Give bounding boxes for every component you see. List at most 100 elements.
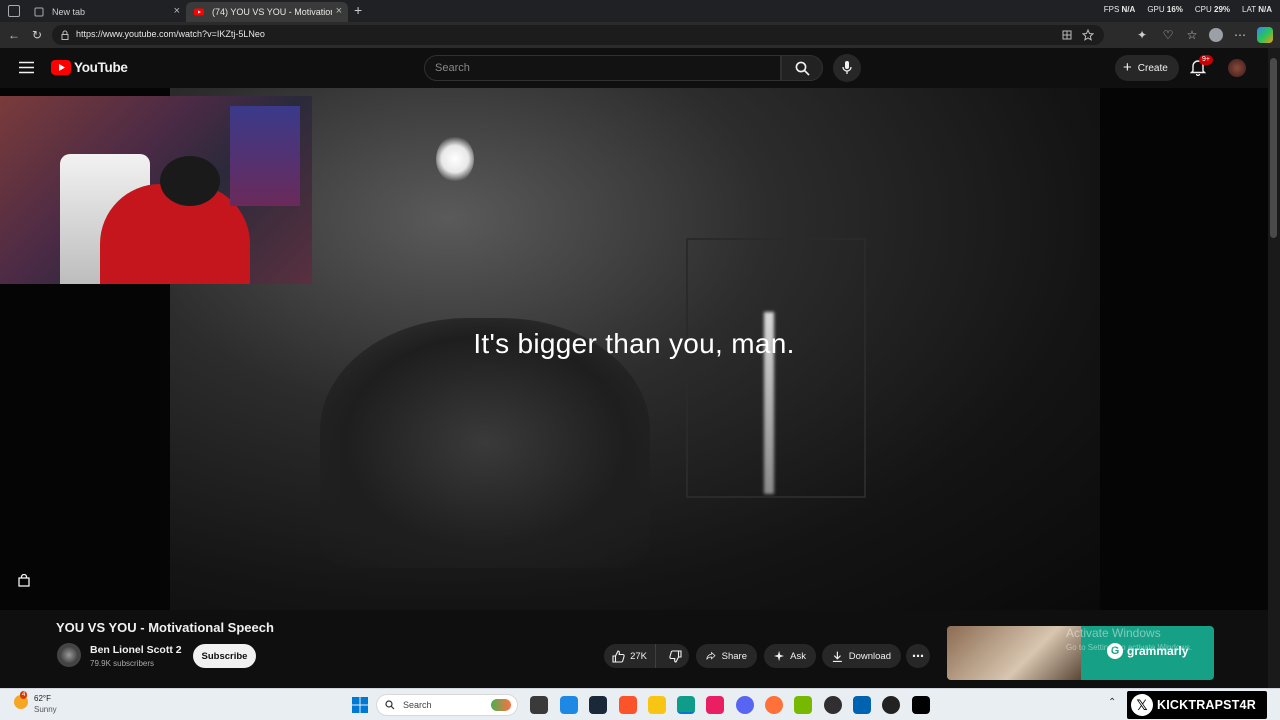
page-icon <box>34 7 44 17</box>
tab-label: New tab <box>52 7 86 17</box>
share-label: Share <box>721 650 747 662</box>
video-info: YOU VS YOU - Motivational Speech Ben Lio… <box>0 610 1268 688</box>
app-available-icon[interactable] <box>1062 30 1072 40</box>
create-button[interactable]: + Create <box>1115 55 1179 81</box>
create-label: Create <box>1137 62 1168 74</box>
hamburger-menu-icon[interactable] <box>19 61 34 74</box>
ad-image <box>947 626 1081 680</box>
activate-windows-watermark: Activate Windows <box>1066 626 1161 640</box>
tiktok-live-icon[interactable] <box>706 696 724 714</box>
streamer-handle-overlay: 𝕏 KICKTRAPST4R <box>1127 691 1267 719</box>
shopping-bag-icon[interactable] <box>18 574 30 587</box>
poster <box>230 106 300 206</box>
channel-avatar[interactable] <box>57 643 81 667</box>
youtube-header: YouTube Search + Create 9+ <box>0 48 1280 88</box>
share-arrow-icon <box>706 651 716 660</box>
plus-icon: + <box>1123 59 1132 76</box>
lock-icon <box>61 30 69 40</box>
ask-button[interactable]: Ask <box>764 644 816 668</box>
sparkle-icon <box>774 650 785 662</box>
tab-youtube[interactable]: (74) YOU VS YOU - Motivational S × <box>186 2 348 22</box>
search-box[interactable]: Search <box>424 55 781 81</box>
tab-new-tab[interactable]: New tab × <box>26 2 186 22</box>
ask-label: Ask <box>790 650 806 662</box>
more-menu-icon[interactable]: ⋯ <box>1232 27 1248 43</box>
obs-recording-icon[interactable] <box>882 696 900 714</box>
search-highlight-icon <box>491 699 511 711</box>
task-view-icon[interactable] <box>530 696 548 714</box>
lamp-light <box>436 136 474 182</box>
edge-browser-icon[interactable] <box>677 696 695 714</box>
streamer-handle: KICKTRAPST4R <box>1157 698 1256 712</box>
extension-icon[interactable]: ✦ <box>1134 27 1150 43</box>
firefox-icon[interactable] <box>765 696 783 714</box>
taskbar-search[interactable]: Search <box>376 694 518 716</box>
page-scrollbar[interactable] <box>1268 48 1280 688</box>
favorites-icon[interactable]: ☆ <box>1184 27 1200 43</box>
like-dislike-group: 27K <box>604 644 689 668</box>
url-text: https://www.youtube.com/watch?v=IKZtj-5L… <box>76 29 265 39</box>
address-bar[interactable]: https://www.youtube.com/watch?v=IKZtj-5L… <box>52 25 1104 45</box>
windows-taskbar: 4 62°F Sunny Search ⌃ 𝕏 KICKTRAPST4R <box>0 688 1280 720</box>
thumbs-up-icon <box>612 649 625 663</box>
download-label: Download <box>848 650 891 662</box>
like-button[interactable]: 27K <box>604 644 657 668</box>
download-icon <box>832 651 842 662</box>
tab-actions-icon[interactable] <box>8 5 20 17</box>
channel-name[interactable]: Ben Lionel Scott 2 <box>90 644 182 656</box>
more-actions-icon[interactable]: ⋯ <box>906 644 930 668</box>
dislike-button[interactable] <box>662 644 689 668</box>
streamer-webcam-overlay <box>0 96 312 284</box>
back-arrow-icon[interactable]: ← <box>6 27 22 43</box>
notepad-icon[interactable] <box>560 696 578 714</box>
windows-start-icon[interactable] <box>352 697 368 713</box>
performance-stats: FPS N/A GPU 16% CPU 29% LAT N/A <box>1103 5 1272 14</box>
copilot-icon[interactable] <box>1257 27 1273 43</box>
thumbs-down-icon <box>669 649 682 663</box>
browser-essentials-icon[interactable]: ♡ <box>1160 27 1176 43</box>
microphone-icon <box>842 61 852 74</box>
browser-toolbar: ← ↻ https://www.youtube.com/watch?v=IKZt… <box>0 22 1280 48</box>
search-input[interactable]: Search <box>435 62 470 74</box>
window-frame <box>686 238 866 498</box>
steam-icon[interactable] <box>589 696 607 714</box>
photos-app-icon[interactable] <box>853 696 871 714</box>
subscribe-button[interactable]: Subscribe <box>193 644 256 668</box>
notifications-button[interactable]: 9+ <box>1189 55 1213 81</box>
search-icon <box>385 700 395 710</box>
streamer-head <box>160 156 220 206</box>
youtube-play-logo-icon <box>51 60 71 75</box>
share-button[interactable]: Share <box>696 644 757 668</box>
video-subtitle: It's bigger than you, man. <box>473 328 795 359</box>
video-title: YOU VS YOU - Motivational Speech <box>56 620 274 635</box>
subscriber-count: 79.9K subscribers <box>90 659 155 668</box>
activate-windows-subtext: Go to Settings to activate Windows. <box>1066 643 1193 652</box>
close-tab-icon[interactable]: × <box>174 5 180 17</box>
scrollbar-thumb[interactable] <box>1270 58 1277 238</box>
obs-studio-icon[interactable] <box>824 696 842 714</box>
temperature[interactable]: 62°F <box>34 694 51 703</box>
file-explorer-icon[interactable] <box>648 696 666 714</box>
new-tab-plus-icon[interactable]: + <box>354 2 362 18</box>
nvidia-icon[interactable] <box>794 696 812 714</box>
youtube-logo-text: YouTube <box>74 60 128 75</box>
show-hidden-icons-chevron-icon[interactable]: ⌃ <box>1108 697 1116 708</box>
youtube-favicon-icon <box>194 8 204 16</box>
account-avatar[interactable] <box>1228 59 1246 77</box>
profile-avatar-icon[interactable] <box>1209 28 1223 42</box>
video-player[interactable]: It's bigger than you, man. <box>0 88 1268 610</box>
browser-tab-strip: New tab × (74) YOU VS YOU - Motivational… <box>0 0 1280 22</box>
brave-browser-icon[interactable] <box>619 696 637 714</box>
weather-condition: Sunny <box>34 705 57 714</box>
close-tab-icon[interactable]: × <box>336 5 342 17</box>
youtube-logo[interactable]: YouTube <box>51 60 128 75</box>
reload-icon[interactable]: ↻ <box>29 27 45 43</box>
tiktok-icon[interactable] <box>912 696 930 714</box>
favorite-star-icon[interactable] <box>1082 29 1094 41</box>
search-button[interactable] <box>781 55 823 81</box>
search-icon <box>795 61 810 76</box>
x-logo-icon: 𝕏 <box>1131 694 1153 716</box>
voice-search-button[interactable] <box>833 54 861 82</box>
download-button[interactable]: Download <box>822 644 901 668</box>
discord-icon[interactable] <box>736 696 754 714</box>
